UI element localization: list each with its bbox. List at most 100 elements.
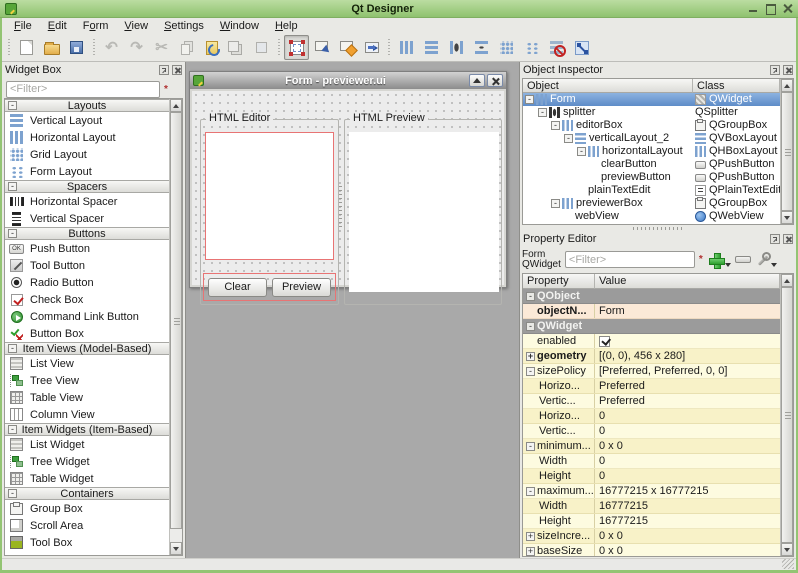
property-row-min-height[interactable]: Height 0 <box>523 469 780 484</box>
property-value[interactable]: 0 <box>595 424 780 438</box>
widget-item-group-box[interactable]: Group Box <box>5 500 169 517</box>
resize-grip[interactable] <box>782 559 794 569</box>
property-row-horizontalpolicy[interactable]: Horizo... Preferred <box>523 379 780 394</box>
maximize-button[interactable] <box>765 3 776 14</box>
widget-item-horizontal-spacer[interactable]: Horizontal Spacer <box>5 193 169 210</box>
form-canvas[interactable]: HTML Editor Clear Preview HTML Preview <box>192 91 504 285</box>
inspector-row-verticallayout2[interactable]: - verticalLayout_2 QVBoxLayout <box>523 132 780 145</box>
property-value[interactable]: 16777215 <box>595 514 780 528</box>
plain-text-edit[interactable] <box>205 132 334 260</box>
property-value[interactable]: Form <box>595 304 780 318</box>
widget-item-vertical-layout[interactable]: Vertical Layout <box>5 112 169 129</box>
property-group-qobject[interactable]: -QObject <box>523 289 780 304</box>
inspector-row-clearbutton[interactable]: clearButton QPushButton <box>523 158 780 171</box>
widget-box-scrollbar[interactable] <box>169 99 182 555</box>
property-value[interactable]: 16777215 <box>595 499 780 513</box>
form-close-button[interactable] <box>487 74 503 87</box>
scroll-down-icon[interactable] <box>170 542 182 555</box>
preview-group-box[interactable]: HTML Preview <box>344 119 502 305</box>
property-row-verticalpolicy[interactable]: Vertic... Preferred <box>523 394 780 409</box>
property-value[interactable]: 0 <box>595 409 780 423</box>
property-group-qwidget[interactable]: -QWidget <box>523 319 780 334</box>
close-dock-icon[interactable] <box>783 234 793 244</box>
lay-out-horizontally-in-splitter-button[interactable] <box>444 35 469 60</box>
collapse-icon[interactable]: - <box>8 425 17 434</box>
menu-view[interactable]: View <box>116 19 156 33</box>
close-dock-icon[interactable] <box>172 65 182 75</box>
lay-out-in-grid-button[interactable] <box>494 35 519 60</box>
titlebar[interactable]: Qt Designer <box>0 0 798 18</box>
expander-icon[interactable]: - <box>526 442 535 451</box>
category-item-widgets[interactable]: -Item Widgets (Item-Based) <box>5 423 169 436</box>
remove-dynamic-property-button[interactable] <box>735 256 751 263</box>
category-spacers[interactable]: -Spacers <box>5 180 169 193</box>
property-row-geometry[interactable]: +geometry [(0, 0), 456 x 280] <box>523 349 780 364</box>
redo-button[interactable]: ↷ <box>124 35 149 60</box>
category-buttons[interactable]: -Buttons <box>5 227 169 240</box>
object-column-header[interactable]: Object <box>523 79 693 93</box>
scroll-up-icon[interactable] <box>781 274 793 287</box>
inspector-row-horizontallayout[interactable]: - horizontalLayout QHBoxLayout <box>523 145 780 158</box>
clear-filter-icon[interactable]: * <box>164 84 168 95</box>
widget-box-filter-input[interactable] <box>6 81 160 98</box>
expander-icon[interactable]: - <box>551 121 560 130</box>
lay-out-in-form-layout-button[interactable] <box>519 35 544 60</box>
preview-button[interactable]: Preview <box>272 278 331 297</box>
property-value[interactable]: 16777215 x 16777215 <box>595 484 780 498</box>
clear-filter-icon[interactable]: * <box>699 254 703 265</box>
form-window-titlebar[interactable]: Form - previewer.ui <box>190 72 506 89</box>
widget-item-radio-button[interactable]: Radio Button <box>5 274 169 291</box>
form-editor-window[interactable]: Form - previewer.ui HTML Editor Clear Pr… <box>189 71 507 288</box>
property-filter-input[interactable] <box>565 251 695 268</box>
lower-button[interactable] <box>249 35 274 60</box>
widget-item-list-view[interactable]: List View <box>5 355 169 372</box>
property-value[interactable]: [Preferred, Preferred, 0, 0] <box>595 364 780 378</box>
menu-help[interactable]: Help <box>267 19 306 33</box>
widget-item-check-box[interactable]: Check Box <box>5 291 169 308</box>
edit-tab-order-button[interactable] <box>359 35 384 60</box>
property-value[interactable]: 0 x 0 <box>595 544 780 556</box>
category-item-views[interactable]: -Item Views (Model-Based) <box>5 342 169 355</box>
clear-button[interactable]: Clear <box>208 278 267 297</box>
scroll-up-icon[interactable] <box>170 99 182 112</box>
inspector-row-previewerbox[interactable]: - previewerBox QGroupBox <box>523 197 780 210</box>
menu-form[interactable]: Form <box>75 19 117 33</box>
property-column-header[interactable]: Property <box>523 274 595 289</box>
menu-window[interactable]: Window <box>212 19 267 33</box>
form-splitter-handle[interactable] <box>338 186 342 228</box>
edit-widgets-button[interactable] <box>284 35 309 60</box>
expander-icon[interactable]: - <box>526 322 535 331</box>
property-row-objectname[interactable]: objectN... Form <box>523 304 780 319</box>
property-value[interactable]: Preferred <box>595 394 780 408</box>
form-maximize-button[interactable] <box>469 74 485 87</box>
toolbar-handle[interactable] <box>7 39 11 57</box>
property-row-sizepolicy[interactable]: -sizePolicy [Preferred, Preferred, 0, 0] <box>523 364 780 379</box>
category-containers[interactable]: -Containers <box>5 487 169 500</box>
inspector-row-editorbox[interactable]: - editorBox QGroupBox <box>523 119 780 132</box>
widget-item-table-widget[interactable]: Table Widget <box>5 470 169 487</box>
close-dock-icon[interactable] <box>783 65 793 75</box>
scrollbar-thumb[interactable] <box>170 112 182 529</box>
open-file-button[interactable] <box>39 35 64 60</box>
property-row-max-height[interactable]: Height 16777215 <box>523 514 780 529</box>
menu-file[interactable]: File <box>6 19 40 33</box>
property-value[interactable]: 0 <box>595 469 780 483</box>
lay-out-vertically-in-splitter-button[interactable] <box>469 35 494 60</box>
widget-item-grid-layout[interactable]: Grid Layout <box>5 146 169 163</box>
value-column-header[interactable]: Value <box>595 274 780 289</box>
minimize-button[interactable] <box>748 3 759 14</box>
widget-item-column-view[interactable]: Column View <box>5 406 169 423</box>
widget-item-tool-box[interactable]: Tool Box <box>5 534 169 551</box>
expander-icon[interactable]: + <box>526 547 535 556</box>
property-row-basesize[interactable]: +baseSize 0 x 0 <box>523 544 780 556</box>
scrollbar-thumb[interactable] <box>781 92 793 211</box>
lay-out-horizontally-button[interactable] <box>394 35 419 60</box>
property-row-max-width[interactable]: Width 16777215 <box>523 499 780 514</box>
property-row-maximumsize[interactable]: -maximum... 16777215 x 16777215 <box>523 484 780 499</box>
widget-item-tree-view[interactable]: Tree View <box>5 372 169 389</box>
object-inspector-scrollbar[interactable] <box>780 79 793 224</box>
expander-icon[interactable]: - <box>577 147 586 156</box>
adjust-size-button[interactable] <box>569 35 594 60</box>
paste-button[interactable] <box>199 35 224 60</box>
expander-icon[interactable]: + <box>526 352 535 361</box>
